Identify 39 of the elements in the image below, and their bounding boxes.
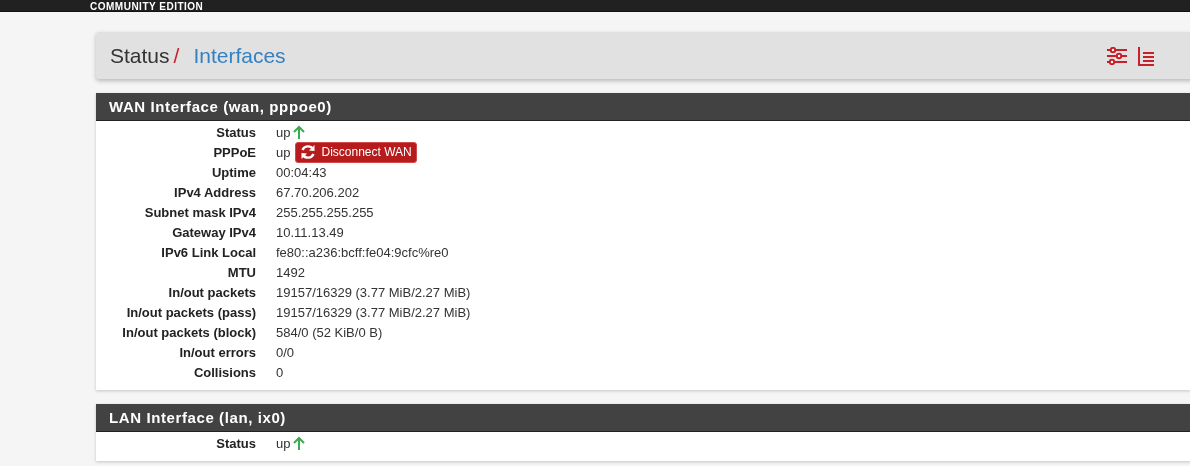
- up-arrow-icon: [293, 436, 306, 450]
- refresh-icon: [300, 144, 317, 160]
- field-label: IPv6 Link Local: [160, 244, 256, 260]
- field-value: up: [276, 124, 291, 140]
- field-value: 255.255.255.255: [276, 204, 374, 220]
- log-chart-icon[interactable]: [1138, 45, 1154, 66]
- field-label: Status: [215, 124, 256, 140]
- field-label: Subnet mask IPv4: [143, 204, 256, 220]
- field-label: Uptime: [210, 164, 256, 180]
- field-label: In/out packets (pass): [125, 304, 256, 320]
- field-label: In/out packets (block): [121, 324, 256, 340]
- field-label: In/out errors: [178, 344, 256, 360]
- up-arrow-icon: [293, 125, 306, 139]
- field-value: 1492: [276, 264, 305, 280]
- breadcrumb-separator: /: [173, 43, 180, 68]
- breadcrumb-parent: Status: [110, 43, 170, 68]
- field-value: fe80::a236:bcff:fe04:9cfc%re0: [276, 244, 449, 260]
- field-value: 10.11.13.49: [276, 224, 344, 240]
- field-value: 67.70.206.202: [276, 184, 360, 200]
- field-label: Collisions: [192, 364, 256, 380]
- field-label: IPv4 Address: [173, 184, 256, 200]
- edition-label: COMMUNITY EDITION: [90, 2, 204, 11]
- field-value: 19157/16329 (3.77 MiB/2.27 MiB): [276, 284, 471, 300]
- field-label: In/out packets: [167, 284, 256, 300]
- field-label: Status: [215, 435, 256, 451]
- field-value: 0: [276, 364, 284, 380]
- field-value: 584/0 (52 KiB/0 B): [276, 324, 383, 340]
- field-label: MTU: [226, 264, 256, 280]
- field-label: PPPoE: [212, 144, 256, 160]
- field-label: Gateway IPv4: [171, 224, 256, 240]
- field-value: 00:04:43: [276, 164, 327, 180]
- field-value: up: [276, 435, 291, 451]
- field-value: 19157/16329 (3.77 MiB/2.27 MiB): [276, 304, 471, 320]
- field-value: 0/0: [276, 344, 295, 360]
- panel-title: WAN Interface (wan, pppoe0): [109, 98, 332, 115]
- disconnect-button[interactable]: Disconnect WAN: [295, 141, 417, 163]
- panel-title: LAN Interface (lan, ix0): [109, 409, 286, 426]
- settings-sliders-icon[interactable]: [1106, 46, 1128, 65]
- field-value: up: [276, 144, 291, 160]
